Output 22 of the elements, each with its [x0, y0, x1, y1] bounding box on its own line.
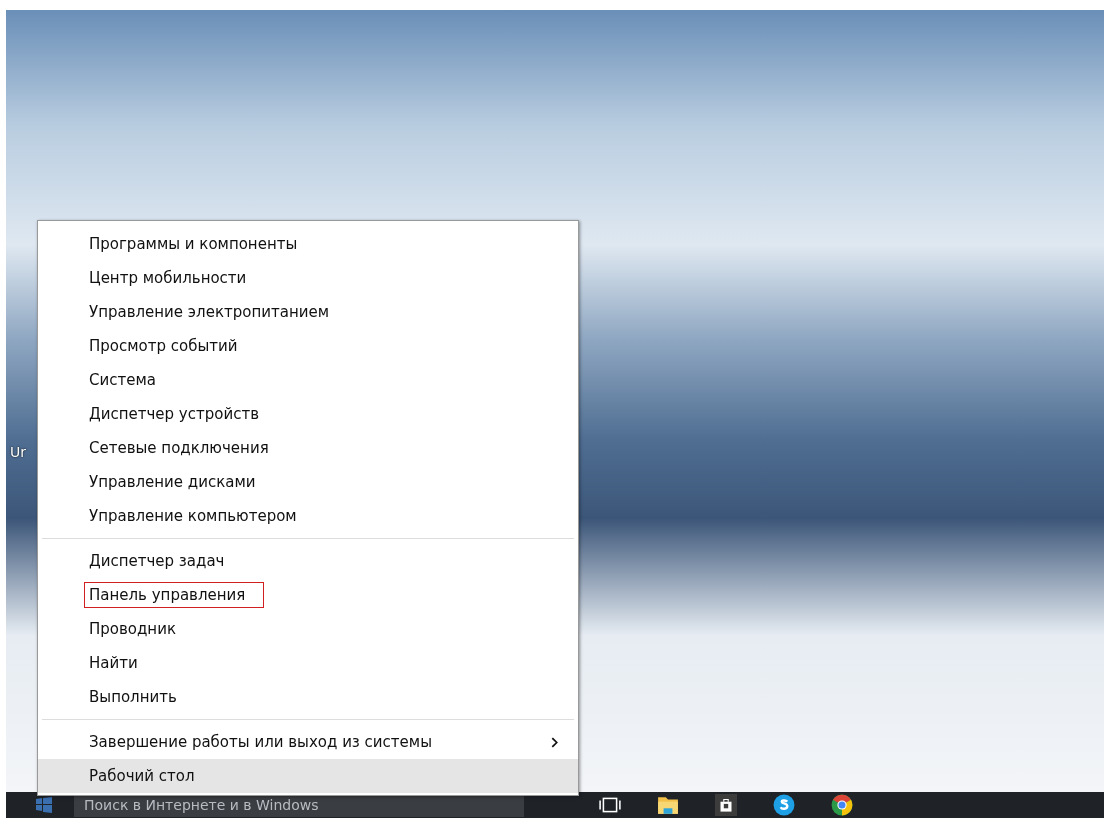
menu-item[interactable]: Рабочий стол — [38, 759, 578, 793]
menu-item[interactable]: Диспетчер задач — [38, 544, 578, 578]
menu-item[interactable]: Выполнить — [38, 680, 578, 714]
menu-item[interactable]: Просмотр событий — [38, 329, 578, 363]
menu-item[interactable]: Найти — [38, 646, 578, 680]
menu-item[interactable]: Центр мобильности — [38, 261, 578, 295]
menu-item[interactable]: Программы и компоненты — [38, 227, 578, 261]
windows-icon[interactable] — [36, 797, 52, 813]
skype-icon[interactable] — [773, 794, 795, 816]
desktop-icon-label: Ur — [10, 444, 26, 460]
menu-item[interactable]: Управление электропитанием — [38, 295, 578, 329]
shopping-bag-icon[interactable] — [715, 794, 737, 816]
browser-icon[interactable] — [831, 794, 853, 816]
folder-icon[interactable] — [657, 794, 679, 816]
menu-item[interactable]: Сетевые подключения — [38, 431, 578, 465]
menu-item[interactable]: Система — [38, 363, 578, 397]
menu-item[interactable]: Управление дисками — [38, 465, 578, 499]
menu-item[interactable]: Завершение работы или выход из системы — [38, 725, 578, 759]
menu-item[interactable]: Управление компьютером — [38, 499, 578, 533]
menu-item[interactable]: Проводник — [38, 612, 578, 646]
menu-item[interactable]: Панель управления — [38, 578, 578, 612]
menu-item[interactable]: Диспетчер устройств — [38, 397, 578, 431]
